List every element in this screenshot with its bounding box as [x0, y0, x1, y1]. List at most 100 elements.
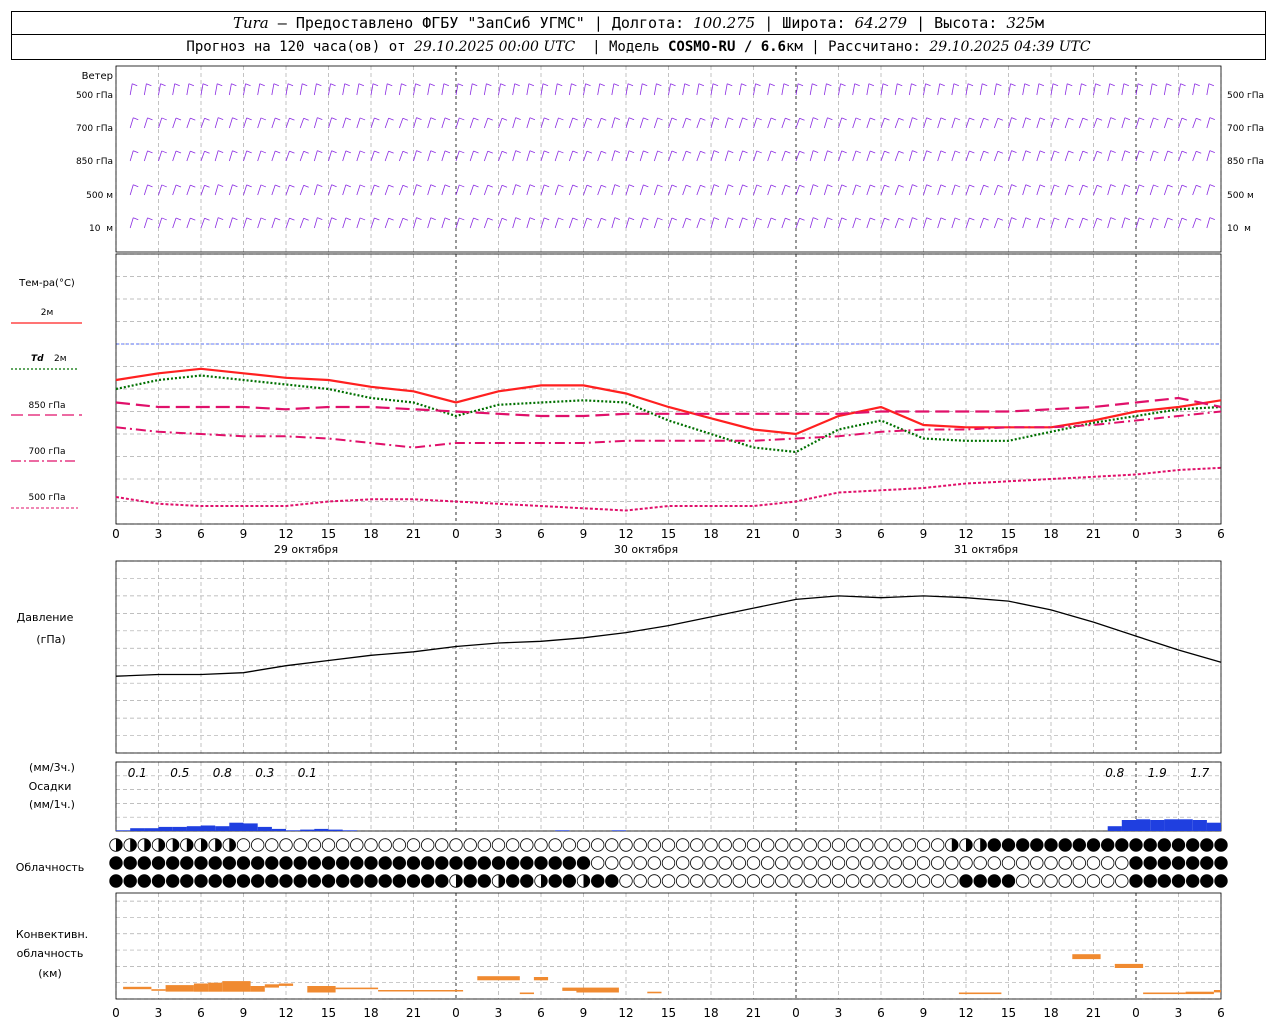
- convective-bar: [193, 983, 209, 992]
- wind-barb-feather: [430, 184, 436, 188]
- legend-700-label: 700 гПа: [28, 447, 65, 457]
- wind-barb-feather: [374, 217, 380, 221]
- precip-bar: [271, 828, 286, 831]
- wind-barb: [158, 217, 163, 229]
- wind-barb: [413, 184, 417, 196]
- wind-barb: [370, 184, 375, 196]
- cloud-cover-symbol: [1001, 856, 1016, 870]
- cloud-cover-symbol: [449, 838, 463, 852]
- wind-barb: [214, 150, 219, 162]
- wind-barb: [880, 151, 885, 162]
- wind-barb-feather: [289, 184, 295, 188]
- wind-barb-feather: [799, 150, 805, 154]
- cloud-cover-symbol: [421, 838, 435, 852]
- wind-barb: [498, 185, 503, 196]
- cloud-cover-symbol: [378, 856, 392, 870]
- cloud-cover-symbol: [378, 838, 392, 852]
- temp-xtick: 0: [792, 527, 800, 541]
- wind-barb: [328, 184, 332, 196]
- cloud-cover-symbol: [1044, 874, 1058, 888]
- cloud-cover-symbol: [165, 874, 180, 888]
- wind-barb: [271, 83, 275, 96]
- convective-labels: Конвективн. облачность (км): [16, 928, 88, 980]
- wind-barb: [413, 150, 417, 162]
- wind-barb-feather: [459, 217, 465, 221]
- wind-barb-feather: [614, 217, 620, 220]
- wind-barb-feather: [147, 150, 153, 154]
- wind-barb: [1078, 83, 1082, 96]
- wind-barb-feather: [1010, 83, 1016, 87]
- wind-barb: [1093, 151, 1098, 162]
- wind-barb: [1149, 83, 1153, 96]
- wind-barb-feather: [1011, 117, 1017, 120]
- wind-barb-feather: [1054, 117, 1060, 121]
- wind-barb-feather: [331, 117, 337, 121]
- wind-barb-feather: [1025, 150, 1031, 154]
- wind-barb: [143, 83, 147, 96]
- cloud-cover-symbol: [392, 838, 407, 852]
- wind-barb-feather: [882, 83, 889, 87]
- wind-barb: [540, 217, 545, 229]
- wind-barb-feather: [529, 217, 536, 221]
- wind-barb: [1121, 217, 1126, 229]
- wind-barb-feather: [132, 83, 138, 87]
- wind-barb-feather: [785, 217, 791, 221]
- wind-barb-feather: [996, 83, 1002, 87]
- wind-barb: [186, 151, 191, 162]
- wind-barb: [611, 184, 616, 196]
- cloud-cover-symbol: [732, 838, 747, 852]
- wind-barb: [1107, 150, 1112, 162]
- wind-barb-feather: [868, 83, 875, 87]
- wind-barb-feather: [1194, 83, 1200, 87]
- wind-barb-feather: [657, 150, 663, 154]
- wind-barb: [200, 151, 205, 162]
- wind-barb-feather: [1209, 217, 1215, 220]
- wind-barb: [965, 217, 970, 229]
- convective-bar: [1143, 992, 1186, 995]
- temp-xtick: 18: [363, 527, 378, 541]
- wind-barb-feather: [1167, 184, 1173, 188]
- cloud-cover-symbol: [803, 838, 817, 852]
- cloud-cover-symbol: [831, 856, 846, 870]
- cloud-cover-symbol: [1086, 838, 1101, 852]
- wind-barb: [1078, 151, 1084, 162]
- cloud-cover-half: [980, 838, 987, 852]
- wind-barb-feather: [742, 117, 748, 121]
- wind-barb-feather: [614, 184, 620, 187]
- wind-barb: [427, 117, 432, 129]
- cloud-cover-symbol: [222, 856, 237, 870]
- precip-bar: [215, 826, 230, 831]
- wind-barb-feather: [160, 83, 166, 87]
- wind-barb: [1064, 150, 1069, 162]
- conv-xtick: 3: [1175, 1006, 1183, 1020]
- convective-bar: [165, 985, 194, 992]
- wind-barb: [313, 83, 317, 96]
- wind-barb: [583, 185, 588, 196]
- wind-barb-feather: [1096, 217, 1103, 221]
- precip-sum-label: 0.1: [298, 766, 317, 780]
- wind-barb: [285, 185, 290, 196]
- cloud-cover-symbol: [449, 856, 463, 870]
- wind-barb-feather: [289, 217, 295, 221]
- wind-barb-feather: [983, 184, 989, 188]
- convective-bar: [123, 986, 152, 990]
- cloud-cover-symbol: [279, 856, 293, 870]
- wind-barb: [1036, 184, 1041, 196]
- temp-xtick: 0: [452, 527, 460, 541]
- wind-barb: [1064, 83, 1068, 96]
- cloud-cover-symbol: [562, 874, 577, 888]
- wind-barb: [540, 184, 545, 196]
- cloud-cover-symbol: [1171, 838, 1186, 852]
- wind-level-500m-right: 500 м: [1227, 191, 1254, 201]
- cloud-cover-symbol: [619, 838, 633, 852]
- wind-barb-feather: [841, 150, 847, 154]
- cloud-cover-symbol: [1214, 874, 1228, 888]
- wind-barb: [1093, 118, 1098, 129]
- wind-barb-feather: [671, 150, 678, 154]
- cloud-cover-symbol: [222, 874, 237, 888]
- wind-barb: [172, 217, 177, 229]
- cloud-cover-symbol: [1030, 838, 1044, 852]
- wind-barb: [384, 151, 389, 162]
- wind-barb: [866, 83, 870, 96]
- wind-barb-feather: [487, 150, 493, 154]
